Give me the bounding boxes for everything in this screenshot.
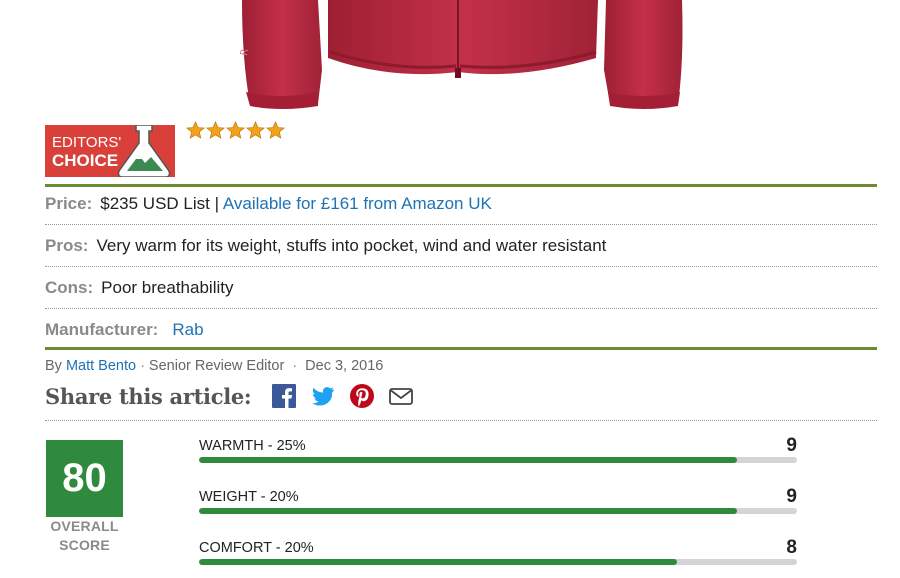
divider — [45, 347, 877, 350]
pinterest-icon[interactable] — [349, 383, 375, 409]
price-separator: | — [214, 194, 220, 213]
overall-score-value: 80 — [62, 456, 107, 500]
price-label: Price: — [45, 194, 93, 213]
byline-dot: · — [140, 358, 145, 374]
cons-value: Poor breathability — [101, 278, 234, 297]
byline: By Matt Bento · Senior Review Editor · Dec 3… — [45, 356, 383, 376]
metric-bar-fill — [199, 508, 738, 514]
star-rating — [186, 121, 285, 145]
byline-dot: · — [292, 358, 298, 374]
overall-label-line1: OVERALL — [50, 518, 119, 534]
author-role: Senior Review Editor — [148, 358, 285, 374]
metric-bar-track — [199, 559, 797, 565]
star-icon — [186, 121, 205, 139]
divider — [45, 224, 877, 225]
manufacturer-row: Manufacturer: Rab — [45, 318, 877, 342]
star-icon — [226, 121, 245, 139]
share-label: Share this article: — [45, 383, 252, 409]
metric-bar-fill — [199, 457, 738, 463]
metric-row: WARMTH - 25% 9 — [199, 435, 797, 471]
twitter-icon[interactable] — [310, 383, 336, 409]
star-icon — [246, 121, 265, 139]
metric-name: COMFORT - 20% — [199, 540, 314, 556]
publish-date: Dec 3, 2016 — [305, 358, 384, 374]
metric-score: 8 — [786, 537, 797, 558]
metric-bar-fill — [199, 559, 678, 565]
cons-label: Cons: — [45, 278, 94, 297]
metric-name: WEIGHT - 20% — [199, 489, 299, 505]
facebook-icon[interactable] — [271, 383, 297, 409]
badge-line1: EDITORS' — [52, 134, 121, 151]
metric-row: COMFORT - 20% 8 — [199, 537, 797, 573]
metric-score: 9 — [786, 486, 797, 507]
price-value: $235 USD List — [100, 194, 210, 213]
pros-row: Pros: Very warm for its weight, stuffs in… — [45, 234, 877, 258]
product-image: R — [239, 0, 683, 109]
amazon-price-link[interactable]: Available for £161 from Amazon UK — [223, 194, 492, 213]
divider — [45, 308, 877, 309]
metric-bar-track — [199, 508, 797, 514]
manufacturer-label: Manufacturer: — [45, 320, 159, 339]
price-row: Price: $235 USD List | Available for £161… — [45, 192, 877, 216]
metric-bar-track — [199, 457, 797, 463]
divider — [45, 420, 877, 421]
overall-label-line2: SCORE — [59, 537, 110, 553]
metric-row: WEIGHT - 20% 9 — [199, 486, 797, 522]
divider — [45, 266, 877, 267]
manufacturer-link[interactable]: Rab — [172, 320, 203, 339]
star-icon — [266, 121, 285, 139]
pros-value: Very warm for its weight, stuffs into po… — [96, 236, 607, 255]
divider — [45, 184, 877, 187]
metric-score: 9 — [786, 435, 797, 456]
overall-score-box: 80 — [46, 440, 123, 517]
metric-name: WARMTH - 25% — [199, 438, 306, 454]
editors-choice-badge: EDITORS' CHOICE — [45, 125, 175, 177]
email-icon[interactable] — [388, 383, 414, 409]
author-link[interactable]: Matt Bento — [66, 358, 136, 374]
cons-row: Cons: Poor breathability — [45, 276, 877, 300]
share-bar: Share this article: — [45, 380, 427, 412]
pros-label: Pros: — [45, 236, 89, 255]
star-icon — [206, 121, 225, 139]
byline-prefix: By — [45, 358, 62, 374]
overall-score-label: OVERALL SCORE — [35, 517, 134, 555]
badge-line2: CHOICE — [52, 151, 118, 170]
